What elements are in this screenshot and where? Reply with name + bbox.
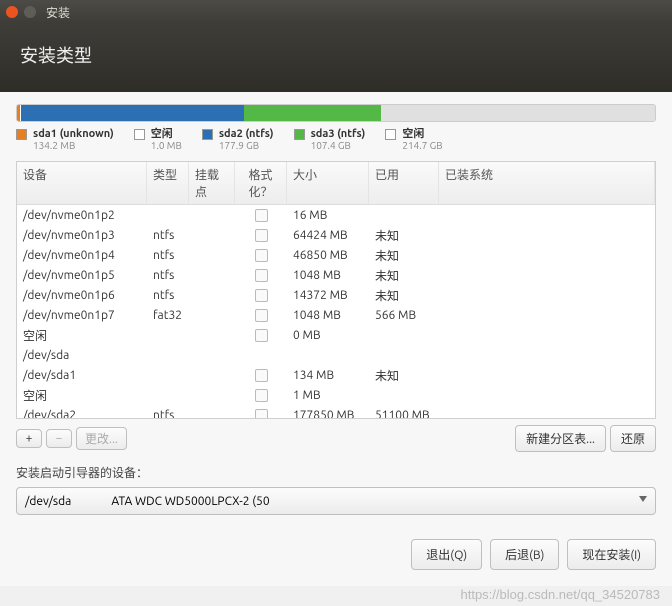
watermark: https://blog.csdn.net/qq_34520783 (461, 587, 661, 602)
table-row[interactable]: /dev/sda (17, 345, 655, 365)
col-size[interactable]: 大小 (287, 162, 369, 204)
page-title: 安装类型 (20, 46, 92, 66)
partition-toolbar: + − 更改... 新建分区表... 还原 (16, 425, 656, 452)
format-checkbox[interactable] (255, 329, 268, 342)
window-title: 安装 (46, 4, 70, 21)
footer: 退出(Q) 后退(B) 现在安装(I) (0, 523, 672, 586)
remove-button[interactable]: − (46, 429, 72, 448)
usage-legend: sda1 (unknown)134.2 MB 空闲1.0 MB sda2 (ntfs… (16, 128, 656, 151)
legend-color-icon (294, 129, 305, 140)
legend-item: 空闲214.7 GB (385, 128, 442, 151)
legend-color-icon (202, 129, 213, 140)
quit-button[interactable]: 退出(Q) (411, 539, 482, 570)
bootloader-device: /dev/sda (25, 495, 71, 508)
format-checkbox[interactable] (255, 269, 268, 282)
format-checkbox[interactable] (255, 209, 268, 222)
legend-item: sda1 (unknown)134.2 MB (16, 128, 114, 151)
legend-color-icon (16, 129, 27, 140)
table-row[interactable]: /dev/sda2ntfs177850 MB51100 MB (17, 405, 655, 419)
install-button[interactable]: 现在安装(I) (567, 539, 656, 570)
col-device[interactable]: 设备 (17, 162, 147, 204)
bootloader-label: 安装启动引导器的设备： (16, 464, 656, 481)
legend-item: 空闲1.0 MB (134, 128, 182, 151)
chevron-down-icon (639, 496, 647, 502)
disk-usage-bar (16, 104, 656, 122)
table-row[interactable]: /dev/nvme0n1p6ntfs14372 MB未知 (17, 285, 655, 305)
legend-item: sda2 (ntfs)177.9 GB (202, 128, 274, 151)
col-type[interactable]: 类型 (147, 162, 189, 204)
table-row[interactable]: /dev/nvme0n1p216 MB (17, 205, 655, 225)
col-used[interactable]: 已用 (369, 162, 439, 204)
legend-item: sda3 (ntfs)107.4 GB (294, 128, 366, 151)
revert-button[interactable]: 还原 (610, 425, 656, 452)
format-checkbox[interactable] (255, 389, 268, 402)
col-format[interactable]: 格式化？ (235, 162, 287, 204)
legend-color-icon (385, 129, 396, 140)
format-checkbox[interactable] (255, 289, 268, 302)
new-table-button[interactable]: 新建分区表... (515, 425, 606, 452)
col-mount[interactable]: 挂载点 (189, 162, 235, 204)
format-checkbox[interactable] (255, 409, 268, 420)
table-row[interactable]: /dev/nvme0n1p5ntfs1048 MB未知 (17, 265, 655, 285)
legend-color-icon (134, 129, 145, 140)
add-button[interactable]: + (16, 429, 42, 448)
minimize-icon[interactable] (24, 6, 36, 18)
table-body: /dev/nvme0n1p216 MB/dev/nvme0n1p3ntfs644… (17, 205, 655, 419)
partition-table: 设备 类型 挂载点 格式化？ 大小 已用 已装系统 /dev/nvme0n1p2… (16, 161, 656, 419)
format-checkbox[interactable] (255, 249, 268, 262)
table-row[interactable]: /dev/nvme0n1p3ntfs64424 MB未知 (17, 225, 655, 245)
table-row[interactable]: 空闲1 MB (17, 385, 655, 405)
table-row[interactable]: /dev/nvme0n1p7fat321048 MB566 MB (17, 305, 655, 325)
format-checkbox[interactable] (255, 369, 268, 382)
table-row[interactable]: /dev/sda1134 MB未知 (17, 365, 655, 385)
page-header: 安装类型 (0, 24, 672, 92)
format-checkbox[interactable] (255, 229, 268, 242)
close-icon[interactable] (6, 6, 18, 18)
table-row[interactable]: /dev/nvme0n1p4ntfs46850 MB未知 (17, 245, 655, 265)
format-checkbox[interactable] (255, 309, 268, 322)
col-system[interactable]: 已装系统 (439, 162, 655, 204)
change-button[interactable]: 更改... (76, 427, 127, 450)
bootloader-dropdown[interactable]: /dev/sda ATA WDC WD5000LPCX-2 (50 (16, 487, 656, 515)
table-header: 设备 类型 挂载点 格式化？ 大小 已用 已装系统 (17, 162, 655, 205)
table-row[interactable]: 空闲0 MB (17, 325, 655, 345)
main-content: sda1 (unknown)134.2 MB 空闲1.0 MB sda2 (ntfs… (0, 92, 672, 523)
titlebar: 安装 (0, 0, 672, 24)
back-button[interactable]: 后退(B) (490, 539, 559, 570)
bootloader-desc: ATA WDC WD5000LPCX-2 (50 (111, 495, 269, 508)
